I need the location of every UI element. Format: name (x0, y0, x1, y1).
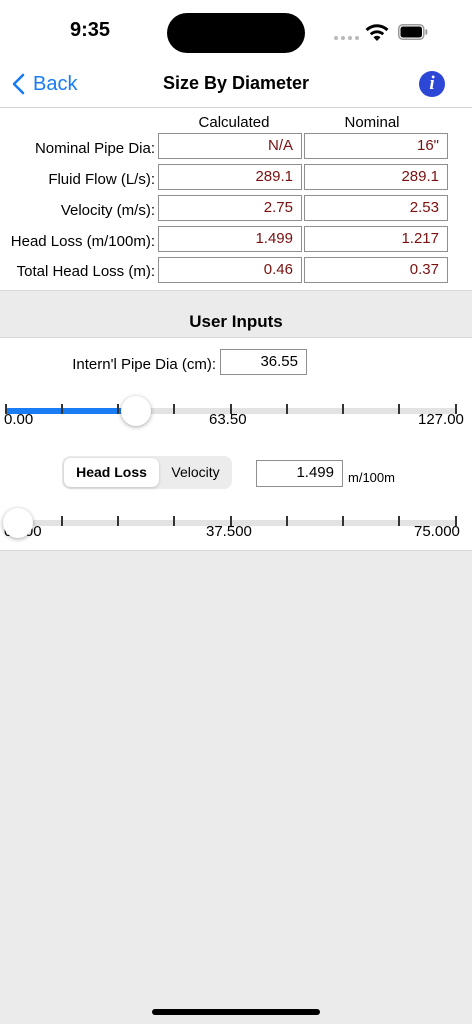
hl-mid-label: 37.500 (206, 523, 252, 540)
row-label-nominal-pipe-dia: Nominal Pipe Dia: (34, 140, 155, 157)
row-label-velocity: Velocity (m/s): (60, 202, 155, 219)
segment-head-loss[interactable]: Head Loss (64, 458, 159, 487)
dynamic-island (167, 13, 305, 53)
back-label: Back (33, 72, 78, 95)
row-label-total-head-loss: Total Head Loss (m): (16, 263, 155, 280)
status-time: 9:35 (69, 19, 111, 41)
slider-tick (173, 404, 175, 414)
navigation-bar: Back Size By Diameter i (0, 60, 472, 108)
calculated-head-loss: 1.499 (158, 226, 302, 252)
row-label-head-loss: Head Loss (m/100m): (10, 233, 155, 250)
user-inputs-header: User Inputs (0, 292, 472, 338)
dia-min-label: 0.00 (4, 411, 34, 428)
slider-tick (398, 404, 400, 414)
nominal-velocity: 2.53 (304, 195, 448, 221)
section-title: User Inputs (189, 312, 283, 331)
user-inputs-panel: Intern'l Pipe Dia (cm): 36.55 0.00 63.50… (0, 338, 472, 551)
slider-tick (173, 516, 175, 526)
mode-segmented-control: Head Loss Velocity (62, 456, 232, 489)
slider-tick (398, 516, 400, 526)
column-header-calculated: Calculated (198, 114, 270, 131)
chevron-left-icon (12, 73, 25, 95)
slider-tick (61, 516, 63, 526)
head-loss-slider-thumb[interactable] (3, 508, 33, 538)
slider-tick (117, 404, 119, 414)
nominal-total-head-loss: 0.37 (304, 257, 448, 283)
battery-icon (398, 24, 428, 40)
calculated-fluid-flow: 289.1 (158, 164, 302, 190)
cellular-signal-icon (334, 36, 359, 40)
pipe-dia-input[interactable]: 36.55 (220, 349, 307, 375)
home-indicator (152, 1009, 320, 1015)
calculated-velocity: 2.75 (158, 195, 302, 221)
row-label-fluid-flow: Fluid Flow (L/s): (48, 171, 155, 188)
back-button[interactable]: Back (12, 70, 77, 98)
calculated-total-head-loss: 0.46 (158, 257, 302, 283)
nominal-head-loss: 1.217 (304, 226, 448, 252)
nominal-nominal-pipe-dia: 16" (304, 133, 448, 159)
slider-tick (286, 516, 288, 526)
slider-tick (342, 516, 344, 526)
slider-tick (286, 404, 288, 414)
head-loss-unit: m/100m (348, 470, 395, 485)
dia-mid-label: 63.50 (209, 411, 247, 428)
pipe-dia-slider-thumb[interactable] (121, 396, 152, 426)
hl-max-label: 75.000 (414, 523, 460, 540)
nominal-fluid-flow: 289.1 (304, 164, 448, 190)
results-table: Calculated Nominal Nominal Pipe Dia: N/A… (0, 108, 472, 291)
column-header-nominal: Nominal (344, 114, 400, 131)
pipe-dia-label: Intern'l Pipe Dia (cm): (72, 356, 216, 373)
slider-tick (117, 516, 119, 526)
slider-tick (61, 404, 63, 414)
wifi-icon (365, 24, 389, 41)
calculated-nominal-pipe-dia: N/A (158, 133, 302, 159)
dia-max-label: 127.00 (418, 411, 464, 428)
slider-tick (342, 404, 344, 414)
info-icon[interactable]: i (419, 71, 445, 97)
status-bar: 9:35 (0, 0, 472, 60)
head-loss-input[interactable]: 1.499 (256, 460, 343, 487)
segment-velocity[interactable]: Velocity (161, 458, 230, 487)
page-title: Size By Diameter (162, 73, 310, 93)
